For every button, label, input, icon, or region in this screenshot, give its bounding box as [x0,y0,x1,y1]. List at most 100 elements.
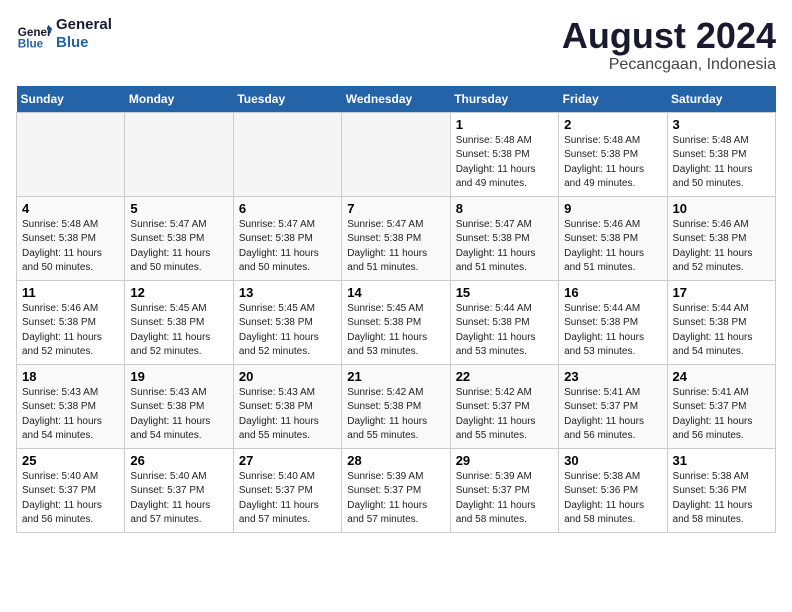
day-number: 26 [130,453,227,468]
calendar-cell: 28 Sunrise: 5:39 AMSunset: 5:37 PMDaylig… [342,448,450,532]
calendar-week-row-1: 1 Sunrise: 5:48 AMSunset: 5:38 PMDayligh… [17,112,776,196]
day-number: 5 [130,201,227,216]
day-detail: Sunrise: 5:44 AMSunset: 5:38 PMDaylight:… [456,303,536,358]
calendar-cell: 27 Sunrise: 5:40 AMSunset: 5:37 PMDaylig… [233,448,341,532]
day-detail: Sunrise: 5:41 AMSunset: 5:37 PMDaylight:… [673,387,753,442]
calendar-cell: 24 Sunrise: 5:41 AMSunset: 5:37 PMDaylig… [667,364,775,448]
day-detail: Sunrise: 5:48 AMSunset: 5:38 PMDaylight:… [456,135,536,190]
logo-icon: General Blue [16,16,52,52]
calendar-cell: 12 Sunrise: 5:45 AMSunset: 5:38 PMDaylig… [125,280,233,364]
day-detail: Sunrise: 5:45 AMSunset: 5:38 PMDaylight:… [239,303,319,358]
day-number: 4 [22,201,119,216]
month-year: August 2024 [562,16,776,56]
day-number: 18 [22,369,119,384]
day-number: 19 [130,369,227,384]
day-number: 10 [673,201,770,216]
calendar-cell [125,112,233,196]
day-detail: Sunrise: 5:40 AMSunset: 5:37 PMDaylight:… [22,471,102,526]
day-number: 31 [673,453,770,468]
day-detail: Sunrise: 5:48 AMSunset: 5:38 PMDaylight:… [673,135,753,190]
calendar-cell: 31 Sunrise: 5:38 AMSunset: 5:36 PMDaylig… [667,448,775,532]
day-number: 25 [22,453,119,468]
day-number: 7 [347,201,444,216]
calendar-cell: 21 Sunrise: 5:42 AMSunset: 5:38 PMDaylig… [342,364,450,448]
day-detail: Sunrise: 5:45 AMSunset: 5:38 PMDaylight:… [130,303,210,358]
calendar-week-row-4: 18 Sunrise: 5:43 AMSunset: 5:38 PMDaylig… [17,364,776,448]
header-friday: Friday [559,86,667,113]
day-detail: Sunrise: 5:43 AMSunset: 5:38 PMDaylight:… [239,387,319,442]
day-detail: Sunrise: 5:43 AMSunset: 5:38 PMDaylight:… [130,387,210,442]
logo-general: General [56,16,112,34]
calendar-cell: 8 Sunrise: 5:47 AMSunset: 5:38 PMDayligh… [450,196,558,280]
day-number: 13 [239,285,336,300]
day-detail: Sunrise: 5:47 AMSunset: 5:38 PMDaylight:… [130,219,210,274]
calendar-cell: 13 Sunrise: 5:45 AMSunset: 5:38 PMDaylig… [233,280,341,364]
day-detail: Sunrise: 5:47 AMSunset: 5:38 PMDaylight:… [347,219,427,274]
day-number: 11 [22,285,119,300]
calendar-cell: 23 Sunrise: 5:41 AMSunset: 5:37 PMDaylig… [559,364,667,448]
calendar-cell: 25 Sunrise: 5:40 AMSunset: 5:37 PMDaylig… [17,448,125,532]
calendar-cell: 9 Sunrise: 5:46 AMSunset: 5:38 PMDayligh… [559,196,667,280]
day-detail: Sunrise: 5:46 AMSunset: 5:38 PMDaylight:… [22,303,102,358]
calendar-table: Sunday Monday Tuesday Wednesday Thursday… [16,86,776,533]
day-number: 1 [456,117,553,132]
calendar-week-row-2: 4 Sunrise: 5:48 AMSunset: 5:38 PMDayligh… [17,196,776,280]
day-number: 12 [130,285,227,300]
day-detail: Sunrise: 5:45 AMSunset: 5:38 PMDaylight:… [347,303,427,358]
day-number: 20 [239,369,336,384]
header-thursday: Thursday [450,86,558,113]
calendar-week-row-5: 25 Sunrise: 5:40 AMSunset: 5:37 PMDaylig… [17,448,776,532]
location: Pecancgaan, Indonesia [562,56,776,74]
day-detail: Sunrise: 5:40 AMSunset: 5:37 PMDaylight:… [239,471,319,526]
header-sunday: Sunday [17,86,125,113]
day-detail: Sunrise: 5:48 AMSunset: 5:38 PMDaylight:… [22,219,102,274]
day-detail: Sunrise: 5:42 AMSunset: 5:38 PMDaylight:… [347,387,427,442]
day-number: 16 [564,285,661,300]
day-detail: Sunrise: 5:44 AMSunset: 5:38 PMDaylight:… [564,303,644,358]
calendar-cell: 5 Sunrise: 5:47 AMSunset: 5:38 PMDayligh… [125,196,233,280]
calendar-cell: 26 Sunrise: 5:40 AMSunset: 5:37 PMDaylig… [125,448,233,532]
day-number: 14 [347,285,444,300]
calendar-cell: 4 Sunrise: 5:48 AMSunset: 5:38 PMDayligh… [17,196,125,280]
header-wednesday: Wednesday [342,86,450,113]
day-number: 17 [673,285,770,300]
day-detail: Sunrise: 5:40 AMSunset: 5:37 PMDaylight:… [130,471,210,526]
day-number: 3 [673,117,770,132]
day-detail: Sunrise: 5:41 AMSunset: 5:37 PMDaylight:… [564,387,644,442]
calendar-cell: 17 Sunrise: 5:44 AMSunset: 5:38 PMDaylig… [667,280,775,364]
day-number: 6 [239,201,336,216]
day-number: 22 [456,369,553,384]
day-detail: Sunrise: 5:38 AMSunset: 5:36 PMDaylight:… [673,471,753,526]
day-detail: Sunrise: 5:48 AMSunset: 5:38 PMDaylight:… [564,135,644,190]
header-saturday: Saturday [667,86,775,113]
calendar-cell: 10 Sunrise: 5:46 AMSunset: 5:38 PMDaylig… [667,196,775,280]
day-detail: Sunrise: 5:46 AMSunset: 5:38 PMDaylight:… [673,219,753,274]
header-monday: Monday [125,86,233,113]
logo-blue: Blue [56,34,112,52]
day-detail: Sunrise: 5:47 AMSunset: 5:38 PMDaylight:… [239,219,319,274]
calendar-week-row-3: 11 Sunrise: 5:46 AMSunset: 5:38 PMDaylig… [17,280,776,364]
calendar-cell: 29 Sunrise: 5:39 AMSunset: 5:37 PMDaylig… [450,448,558,532]
calendar-cell: 14 Sunrise: 5:45 AMSunset: 5:38 PMDaylig… [342,280,450,364]
calendar-cell: 3 Sunrise: 5:48 AMSunset: 5:38 PMDayligh… [667,112,775,196]
day-detail: Sunrise: 5:42 AMSunset: 5:37 PMDaylight:… [456,387,536,442]
calendar-cell: 18 Sunrise: 5:43 AMSunset: 5:38 PMDaylig… [17,364,125,448]
calendar-cell: 6 Sunrise: 5:47 AMSunset: 5:38 PMDayligh… [233,196,341,280]
day-detail: Sunrise: 5:43 AMSunset: 5:38 PMDaylight:… [22,387,102,442]
calendar-cell: 7 Sunrise: 5:47 AMSunset: 5:38 PMDayligh… [342,196,450,280]
calendar-cell: 15 Sunrise: 5:44 AMSunset: 5:38 PMDaylig… [450,280,558,364]
day-number: 30 [564,453,661,468]
day-detail: Sunrise: 5:38 AMSunset: 5:36 PMDaylight:… [564,471,644,526]
day-detail: Sunrise: 5:39 AMSunset: 5:37 PMDaylight:… [347,471,427,526]
title-block: August 2024 Pecancgaan, Indonesia [562,16,776,74]
day-detail: Sunrise: 5:44 AMSunset: 5:38 PMDaylight:… [673,303,753,358]
day-detail: Sunrise: 5:47 AMSunset: 5:38 PMDaylight:… [456,219,536,274]
day-number: 23 [564,369,661,384]
calendar-cell: 19 Sunrise: 5:43 AMSunset: 5:38 PMDaylig… [125,364,233,448]
calendar-cell: 2 Sunrise: 5:48 AMSunset: 5:38 PMDayligh… [559,112,667,196]
svg-text:Blue: Blue [18,38,44,51]
calendar-cell: 20 Sunrise: 5:43 AMSunset: 5:38 PMDaylig… [233,364,341,448]
day-number: 24 [673,369,770,384]
calendar-cell [233,112,341,196]
calendar-cell [17,112,125,196]
